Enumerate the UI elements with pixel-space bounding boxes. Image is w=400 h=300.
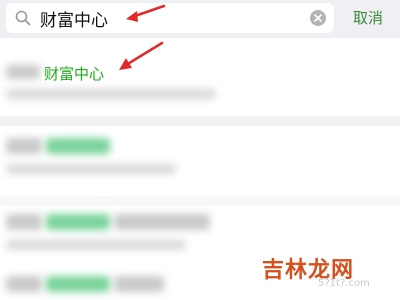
watermark-url: 5?1t?.com bbox=[318, 278, 370, 289]
search-bar: 取消 bbox=[0, 0, 400, 38]
cancel-button[interactable]: 取消 bbox=[344, 0, 392, 36]
blurred-text bbox=[6, 276, 42, 292]
search-input[interactable] bbox=[40, 4, 300, 32]
blurred-text bbox=[6, 89, 216, 99]
result-keyword: 财富中心 bbox=[44, 65, 105, 83]
blurred-text bbox=[114, 276, 164, 292]
blurred-text bbox=[6, 138, 42, 154]
clear-icon[interactable] bbox=[310, 10, 326, 26]
divider bbox=[0, 116, 400, 126]
result-row[interactable] bbox=[0, 126, 400, 196]
blurred-text bbox=[6, 214, 42, 230]
blurred-keyword bbox=[46, 214, 110, 230]
blurred-keyword bbox=[46, 276, 110, 292]
blurred-text bbox=[6, 65, 40, 79]
search-icon bbox=[15, 10, 31, 26]
blurred-text bbox=[114, 214, 210, 230]
blurred-text bbox=[6, 240, 186, 250]
blurred-keyword bbox=[46, 138, 110, 154]
blurred-text bbox=[6, 164, 176, 174]
divider bbox=[0, 196, 400, 206]
result-row[interactable]: 财富中心 bbox=[0, 38, 400, 116]
search-box[interactable] bbox=[6, 3, 334, 33]
